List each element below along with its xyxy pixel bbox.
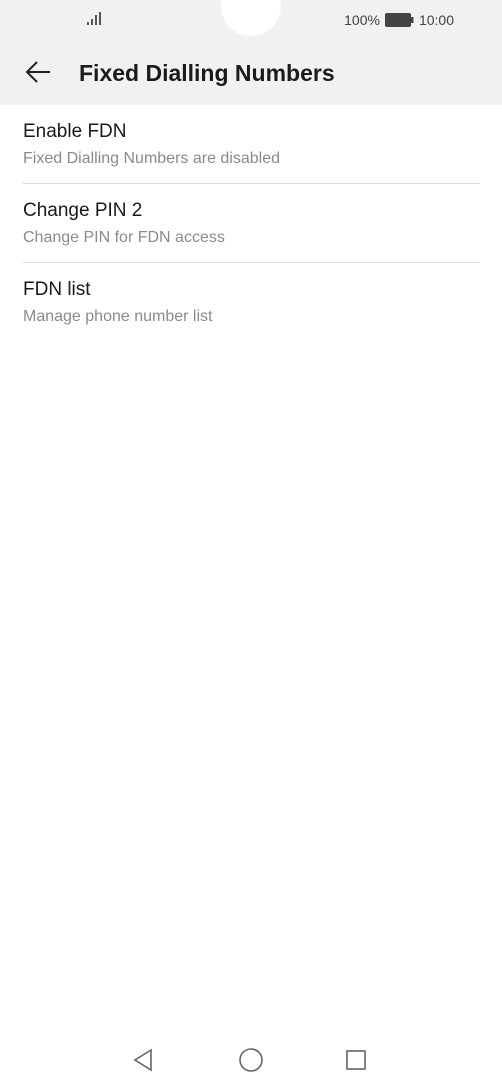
clock: 10:00: [418, 12, 454, 28]
back-button[interactable]: [20, 54, 56, 90]
list-item-subtitle: Manage phone number list: [23, 308, 213, 325]
list-item-subtitle: Change PIN for FDN access: [23, 229, 225, 246]
battery-percent: 100%: [344, 12, 380, 28]
nav-recents-button[interactable]: [341, 1045, 371, 1075]
camera-notch: [221, 0, 281, 36]
signal-icon: [87, 12, 101, 25]
arrow-back-icon: [25, 61, 50, 83]
battery-icon: [384, 13, 414, 27]
list-item-enable-fdn[interactable]: Enable FDN Fixed Dialling Numbers are di…: [0, 105, 502, 184]
list-item-title: FDN list: [23, 279, 91, 300]
nav-home-button[interactable]: [236, 1045, 266, 1075]
list-item-fdn-list[interactable]: FDN list Manage phone number list: [0, 263, 502, 342]
settings-list: Enable FDN Fixed Dialling Numbers are di…: [0, 105, 502, 342]
app-header: 100% 10:00 Fixed Dialling Numbers: [0, 0, 502, 105]
status-bar-right: 100% 10:00: [344, 11, 454, 29]
list-item-title: Enable FDN: [23, 121, 127, 142]
triangle-back-icon: [133, 1048, 152, 1072]
circle-home-icon: [239, 1048, 263, 1072]
list-item-change-pin2[interactable]: Change PIN 2 Change PIN for FDN access: [0, 184, 502, 263]
list-item-subtitle: Fixed Dialling Numbers are disabled: [23, 150, 281, 167]
navigation-bar: [0, 1035, 502, 1087]
list-item-title: Change PIN 2: [23, 200, 143, 221]
page-title: Fixed Dialling Numbers: [79, 60, 335, 86]
nav-back-button[interactable]: [128, 1045, 158, 1075]
square-recents-icon: [346, 1050, 366, 1070]
